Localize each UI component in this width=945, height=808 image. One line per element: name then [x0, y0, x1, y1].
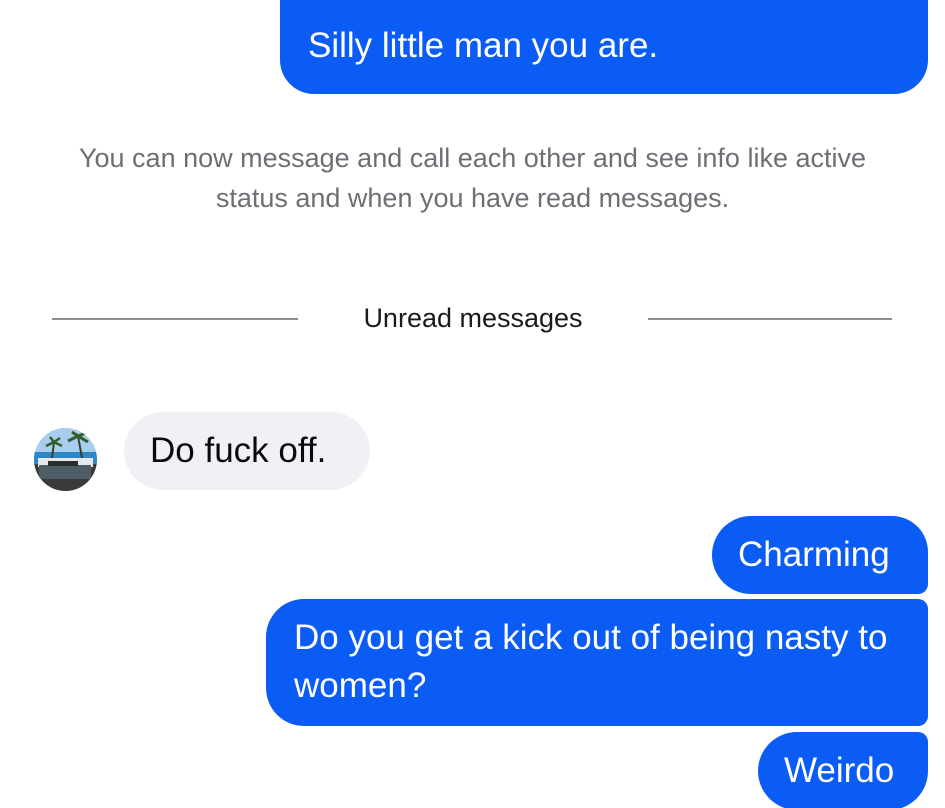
unread-divider-right-line	[648, 318, 892, 320]
outgoing-message-bubble[interactable]: Charming	[712, 516, 928, 594]
connection-notice: You can now message and call each other …	[78, 143, 866, 213]
message-text: Do you get a kick out of being nasty to …	[294, 618, 888, 705]
outgoing-message-bubble[interactable]: Weirdo	[758, 732, 928, 808]
message-text: Do fuck off.	[150, 431, 327, 470]
beach-photo-icon	[34, 428, 97, 491]
outgoing-message-bubble[interactable]: Silly little man you are.	[280, 0, 928, 94]
message-text: Silly little man you are.	[308, 26, 659, 65]
contact-avatar[interactable]	[34, 428, 97, 491]
message-thread: Silly little man you are. You can now me…	[0, 0, 945, 808]
unread-messages-divider-label: Unread messages	[363, 303, 583, 333]
unread-divider-left-line	[52, 318, 298, 320]
message-text: Charming	[738, 535, 890, 574]
incoming-message-bubble[interactable]: Do fuck off.	[124, 412, 370, 490]
outgoing-message-bubble[interactable]: Do you get a kick out of being nasty to …	[266, 599, 928, 726]
message-text: Weirdo	[784, 751, 895, 790]
